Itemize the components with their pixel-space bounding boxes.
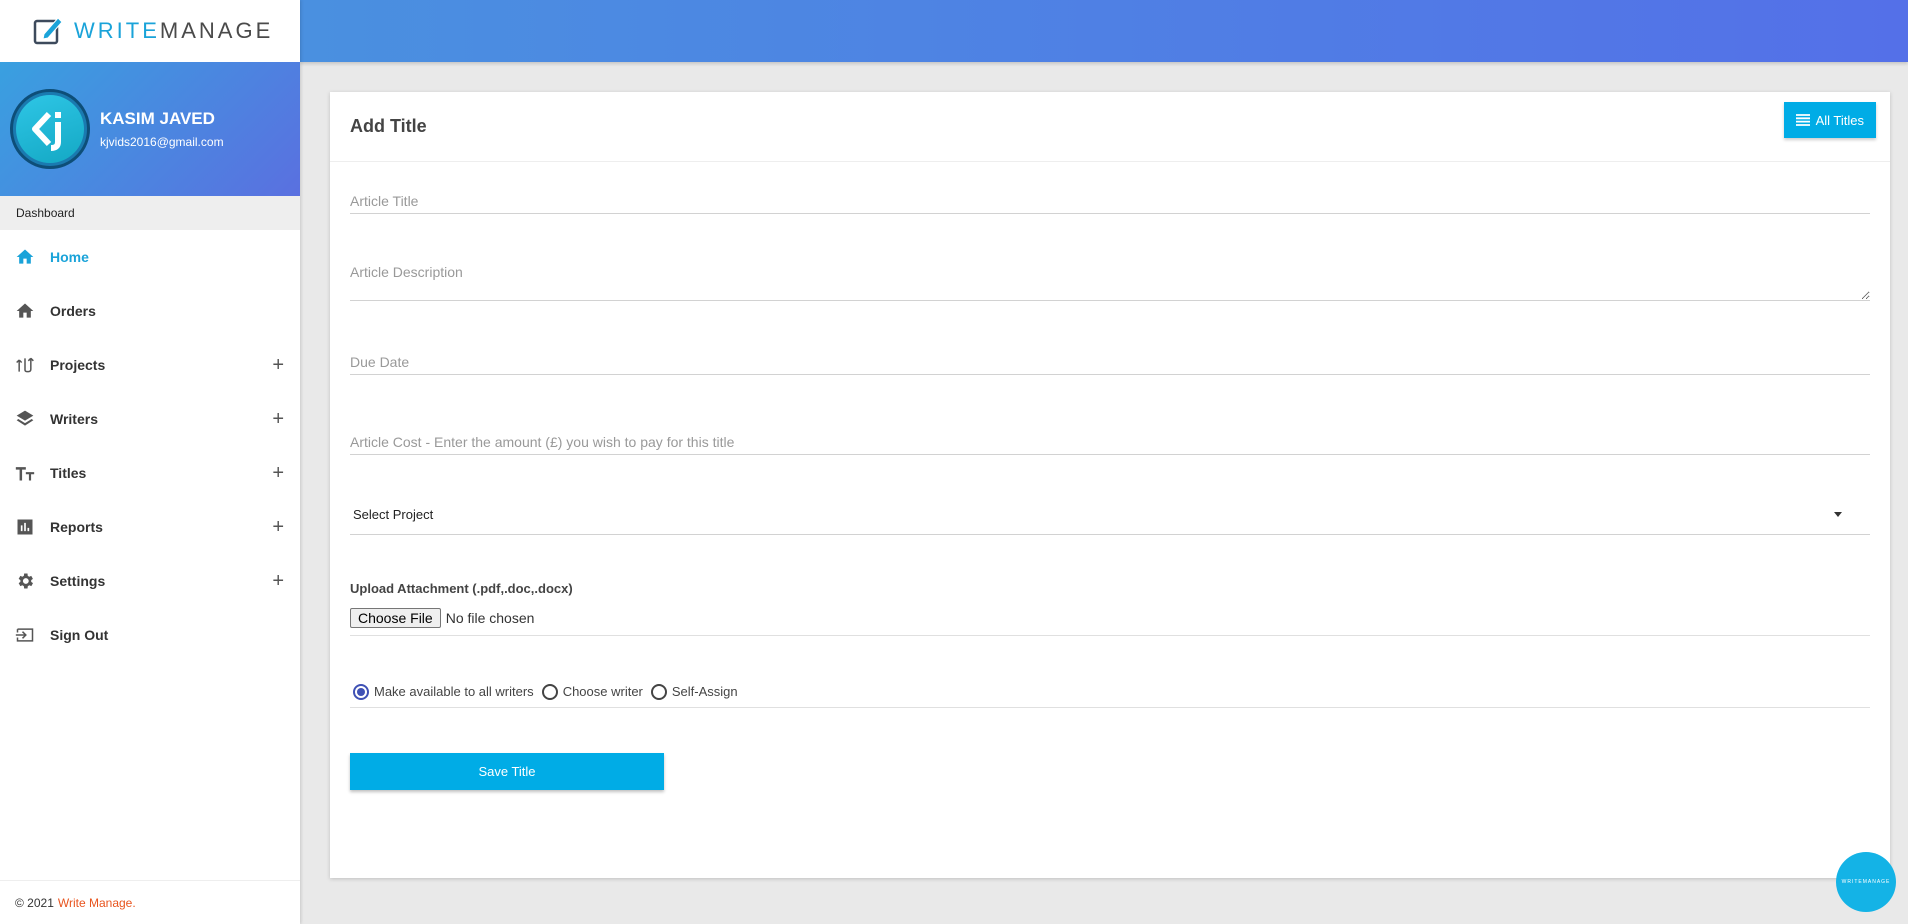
expand-plus-icon[interactable]: + — [272, 408, 284, 431]
top-bar — [300, 0, 1908, 62]
logo-text: WRITEMANAGE — [74, 18, 274, 43]
sidebar-nav: Home Orders Projects + Writers + Titles … — [0, 230, 300, 662]
card-header: Add Title All Titles — [330, 92, 1890, 162]
home-icon — [14, 300, 36, 322]
writemanage-floating-button[interactable]: WRITEMANAGE — [1836, 852, 1896, 912]
select-project-value: Select Project — [353, 507, 434, 522]
list-icon — [1795, 114, 1810, 126]
upload-attachment-section: Upload Attachment (.pdf,.doc,.docx) Choo… — [350, 581, 1870, 636]
expand-plus-icon[interactable]: + — [272, 462, 284, 485]
expand-plus-icon[interactable]: + — [272, 516, 284, 539]
bar-chart-icon — [14, 516, 36, 538]
sidebar: WRITEMANAGE KASIM JAVED kjvids2016@gmail… — [0, 0, 300, 924]
sidebar-item-home[interactable]: Home — [0, 230, 300, 284]
sign-out-icon — [14, 624, 36, 646]
sidebar-footer: © 2021 Write Manage. — [0, 880, 300, 924]
radio-all-writers[interactable]: Make available to all writers — [353, 683, 534, 700]
user-card: KASIM JAVED kjvids2016@gmail.com — [0, 62, 300, 196]
copyright-text: © 2021 — [15, 895, 54, 910]
radio-checked-icon — [353, 683, 369, 700]
due-date-input[interactable] — [350, 351, 1870, 373]
all-titles-button[interactable]: All Titles — [1783, 102, 1876, 138]
avatar-monogram-icon — [32, 111, 61, 151]
avatar[interactable] — [10, 89, 90, 169]
expand-plus-icon[interactable]: + — [272, 570, 284, 593]
file-status: No file chosen — [445, 610, 535, 626]
sidebar-item-writers[interactable]: Writers + — [0, 392, 300, 446]
assignment-radio-group: Make available to all writers Choose wri… — [350, 676, 1870, 708]
logo[interactable]: WRITEMANAGE — [0, 0, 300, 62]
file-input: Choose File No file chosen — [350, 608, 1870, 628]
sidebar-item-projects[interactable]: Projects + — [0, 338, 300, 392]
select-project-dropdown[interactable]: Select Project — [350, 495, 1870, 535]
footer-brand-link[interactable]: Write Manage. — [58, 896, 136, 910]
due-date-field — [350, 351, 1870, 375]
radio-unchecked-icon — [650, 683, 667, 700]
user-name: KASIM JAVED — [100, 109, 215, 128]
user-email: kjvids2016@gmail.com — [100, 135, 224, 149]
gear-icon — [14, 570, 36, 592]
add-title-card: Add Title All Titles Select Project Uplo… — [330, 92, 1890, 878]
page-title: Add Title — [350, 116, 427, 136]
section-label: Dashboard — [0, 196, 300, 230]
sidebar-item-settings[interactable]: Settings + — [0, 554, 300, 608]
fab-label: WRITEMANAGE — [1841, 879, 1891, 885]
save-title-button[interactable]: Save Title — [350, 753, 664, 790]
upload-label: Upload Attachment (.pdf,.doc,.docx) — [350, 581, 573, 596]
radio-unchecked-icon — [541, 683, 558, 700]
sidebar-item-orders[interactable]: Orders — [0, 284, 300, 338]
home-icon — [14, 246, 36, 268]
article-cost-input[interactable] — [350, 431, 1870, 453]
choose-file-button[interactable]: Choose File — [350, 608, 441, 628]
edit-logo-icon — [33, 17, 63, 45]
caret-down-icon — [1834, 512, 1842, 517]
add-title-form: Select Project Upload Attachment (.pdf,.… — [330, 190, 1890, 790]
expand-plus-icon[interactable]: + — [272, 354, 284, 377]
article-cost-field — [350, 431, 1870, 455]
sidebar-item-titles[interactable]: Titles + — [0, 446, 300, 500]
radio-choose-writer[interactable]: Choose writer — [541, 683, 643, 700]
text-size-icon — [14, 462, 36, 484]
sidebar-item-sign-out[interactable]: Sign Out — [0, 608, 300, 662]
swap-icon — [14, 354, 36, 376]
article-title-input[interactable] — [350, 190, 1870, 212]
article-title-field — [350, 190, 1870, 214]
layers-icon — [14, 408, 36, 430]
article-description-field — [350, 264, 1870, 301]
article-description-input[interactable] — [350, 264, 1870, 300]
radio-self-assign[interactable]: Self-Assign — [650, 683, 738, 700]
sidebar-item-reports[interactable]: Reports + — [0, 500, 300, 554]
